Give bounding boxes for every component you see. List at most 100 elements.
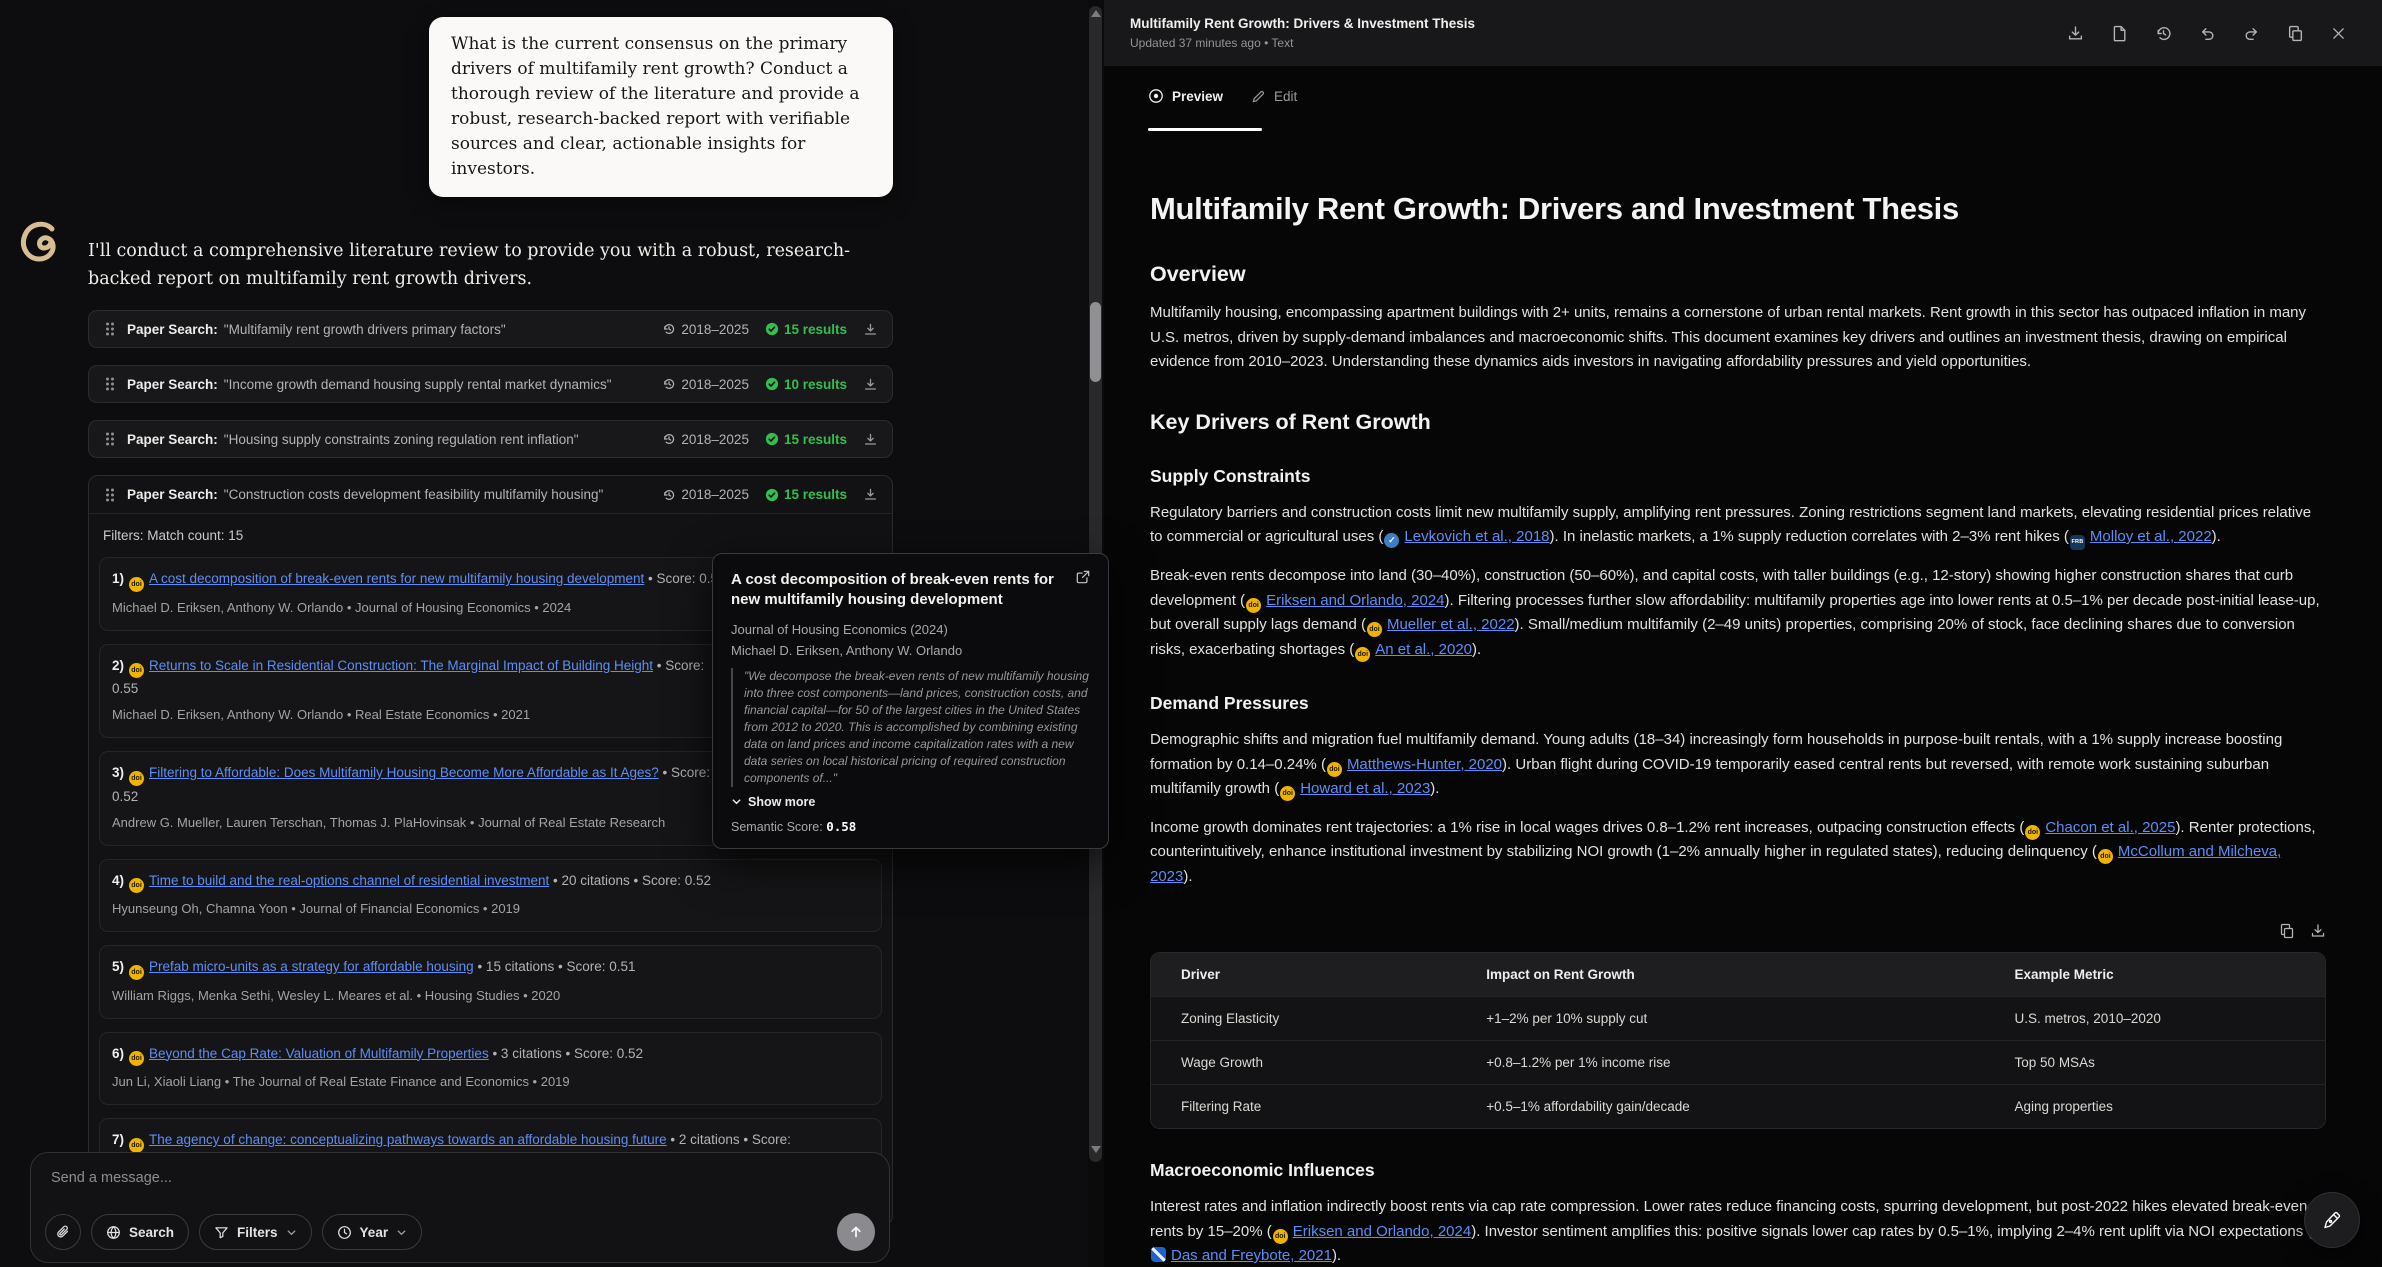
user-message: What is the current consensus on the pri… xyxy=(429,17,893,197)
scrollbar-thumb[interactable] xyxy=(1090,302,1101,382)
history-icon xyxy=(662,432,676,446)
chevron-down-icon xyxy=(396,1227,407,1238)
send-message-button[interactable] xyxy=(837,1213,875,1251)
doi-favicon-icon xyxy=(129,577,144,592)
citation-link[interactable]: Levkovich et al., 2018 xyxy=(1404,528,1549,545)
copy-table-button[interactable] xyxy=(2279,923,2295,939)
paper-title-link[interactable]: The agency of change: conceptualizing pa… xyxy=(149,1132,667,1147)
paper-title-link[interactable]: Returns to Scale in Residential Construc… xyxy=(149,658,653,673)
citation: Eriksen and Orlando, 2024 xyxy=(1245,592,1444,609)
doi-favicon-icon xyxy=(1367,622,1382,637)
filters-note: Filters: Match count: 15 xyxy=(89,514,892,544)
table-row: Zoning Elasticity +1–2% per 10% supply c… xyxy=(1151,996,2325,1040)
search-toggle-button[interactable]: Search xyxy=(91,1214,189,1250)
document-preview: Multifamily Rent Growth: Drivers and Inv… xyxy=(1150,131,2326,1267)
citation-link[interactable]: Matthews-Hunter, 2020 xyxy=(1347,756,1502,773)
scroll-up-arrow-icon[interactable] xyxy=(1091,10,1101,17)
doc-paragraph: Regulatory barriers and construction cos… xyxy=(1150,501,2326,551)
doi-favicon-icon xyxy=(129,1051,144,1066)
citation-link[interactable]: An et al., 2020 xyxy=(1375,641,1472,658)
doc-paragraph: Multifamily housing, encompassing apartm… xyxy=(1150,301,2326,375)
paper-authors: Hyunseung Oh, Chamna Yoon • Journal of F… xyxy=(112,898,869,919)
citation: Mueller et al., 2022 xyxy=(1366,616,1515,633)
download-results-button[interactable] xyxy=(863,322,878,337)
check-circle-icon xyxy=(765,322,779,336)
citation-link[interactable]: Eriksen and Orlando, 2024 xyxy=(1266,592,1444,609)
year-range: 2018–2025 xyxy=(681,432,749,447)
table-header: Impact on Rent Growth xyxy=(1456,953,1984,996)
doc-h3-demand-pressures: Demand Pressures xyxy=(1150,693,2326,714)
doc-h3-macroeconomic: Macroeconomic Influences xyxy=(1150,1160,2326,1181)
paper-search-card[interactable]: Paper Search: "Income growth demand hous… xyxy=(88,365,893,403)
doi-favicon-icon xyxy=(129,965,144,980)
doi-favicon-icon xyxy=(129,771,144,786)
undo-button[interactable] xyxy=(2199,25,2216,42)
download-results-button[interactable] xyxy=(863,432,878,447)
assistant-logo-icon xyxy=(15,218,63,266)
paper-search-header[interactable]: Paper Search: "Construction costs develo… xyxy=(89,476,892,514)
download-table-button[interactable] xyxy=(2310,923,2326,939)
paper-result-item: 6)Beyond the Cap Rate: Valuation of Mult… xyxy=(99,1032,882,1106)
arrow-up-icon xyxy=(848,1224,864,1240)
results-count: 15 results xyxy=(784,487,847,502)
paper-authors: William Riggs, Menka Sethi, Wesley L. Me… xyxy=(112,985,869,1006)
show-more-button[interactable]: Show more xyxy=(731,795,1090,809)
paper-search-card[interactable]: Paper Search: "Housing supply constraint… xyxy=(88,420,893,458)
citation: Das and Freybote, 2021 xyxy=(1150,1247,1332,1264)
table-header: Driver xyxy=(1151,953,1456,996)
search-label: Paper Search: xyxy=(127,377,218,392)
close-panel-button[interactable] xyxy=(2331,26,2346,41)
drag-handle-icon xyxy=(103,487,117,503)
paper-title-link[interactable]: Filtering to Affordable: Does Multifamil… xyxy=(149,765,659,780)
paper-title-link[interactable]: Prefab micro-units as a strategy for aff… xyxy=(149,959,474,974)
app-window: What is the current consensus on the pri… xyxy=(0,0,2382,1267)
document-updated-status: Updated 37 minutes ago • Text xyxy=(1130,37,1475,49)
table-row: Wage Growth +0.8–1.2% per 1% income rise… xyxy=(1151,1040,2325,1084)
tab-edit[interactable]: Edit xyxy=(1251,88,1297,104)
paper-title-link[interactable]: Time to build and the real-options chann… xyxy=(149,873,549,888)
citation-link[interactable]: Das and Freybote, 2021 xyxy=(1171,1247,1332,1264)
doc-paragraph: Income growth dominates rent trajectorie… xyxy=(1150,816,2326,890)
attach-file-button[interactable] xyxy=(45,1214,81,1250)
paper-search-card[interactable]: Paper Search: "Multifamily rent growth d… xyxy=(88,310,893,348)
paper-result-item: 5)Prefab micro-units as a strategy for a… xyxy=(99,945,882,1019)
filters-dropdown-button[interactable]: Filters xyxy=(199,1214,312,1250)
assistant-message: I'll conduct a comprehensive literature … xyxy=(88,237,888,293)
citation-link[interactable]: Molloy et al., 2022 xyxy=(2090,528,2212,545)
version-history-button[interactable] xyxy=(2155,25,2172,42)
doi-favicon-icon xyxy=(129,663,144,678)
tab-preview[interactable]: Preview xyxy=(1148,88,1223,104)
doc-h2-overview: Overview xyxy=(1150,262,2326,287)
scroll-down-arrow-icon[interactable] xyxy=(1091,1146,1101,1153)
quick-edit-pen-button[interactable] xyxy=(2304,1192,2360,1248)
citation-link[interactable]: Eriksen and Orlando, 2024 xyxy=(1293,1223,1471,1240)
message-composer[interactable]: Send a message... Search Filters Year xyxy=(30,1152,890,1263)
copy-document-button[interactable] xyxy=(2287,25,2304,42)
search-query: "Housing supply constraints zoning regul… xyxy=(224,432,579,447)
document-panel: Multifamily Rent Growth: Drivers & Inves… xyxy=(1104,0,2382,1267)
doi-favicon-icon xyxy=(1246,598,1261,613)
paper-result-item: 4)Time to build and the real-options cha… xyxy=(99,859,882,933)
view-source-document-button[interactable] xyxy=(2111,25,2128,42)
history-icon xyxy=(662,322,676,336)
citation-link[interactable]: Mueller et al., 2022 xyxy=(1387,616,1515,633)
citation: Levkovich et al., 2018 xyxy=(1383,528,1549,545)
doi-favicon-icon xyxy=(1355,647,1370,662)
pencil-icon xyxy=(1251,89,1266,104)
year-dropdown-button[interactable]: Year xyxy=(322,1214,423,1250)
citation-link[interactable]: Chacon et al., 2025 xyxy=(2045,819,2175,836)
download-results-button[interactable] xyxy=(863,377,878,392)
external-link-icon[interactable] xyxy=(1076,570,1090,611)
year-range: 2018–2025 xyxy=(681,487,749,502)
check-circle-icon xyxy=(765,432,779,446)
citation-link[interactable]: Howard et al., 2023 xyxy=(1300,780,1430,797)
download-document-button[interactable] xyxy=(2067,25,2084,42)
paper-title-link[interactable]: A cost decomposition of break-even rents… xyxy=(149,571,644,586)
results-count: 10 results xyxy=(784,377,847,392)
drag-handle-icon xyxy=(103,321,117,337)
paper-title-link[interactable]: Beyond the Cap Rate: Valuation of Multif… xyxy=(149,1046,489,1061)
download-results-button[interactable] xyxy=(863,487,878,502)
citation: Chacon et al., 2025 xyxy=(2024,819,2175,836)
funnel-icon xyxy=(214,1225,229,1240)
redo-button[interactable] xyxy=(2243,25,2260,42)
